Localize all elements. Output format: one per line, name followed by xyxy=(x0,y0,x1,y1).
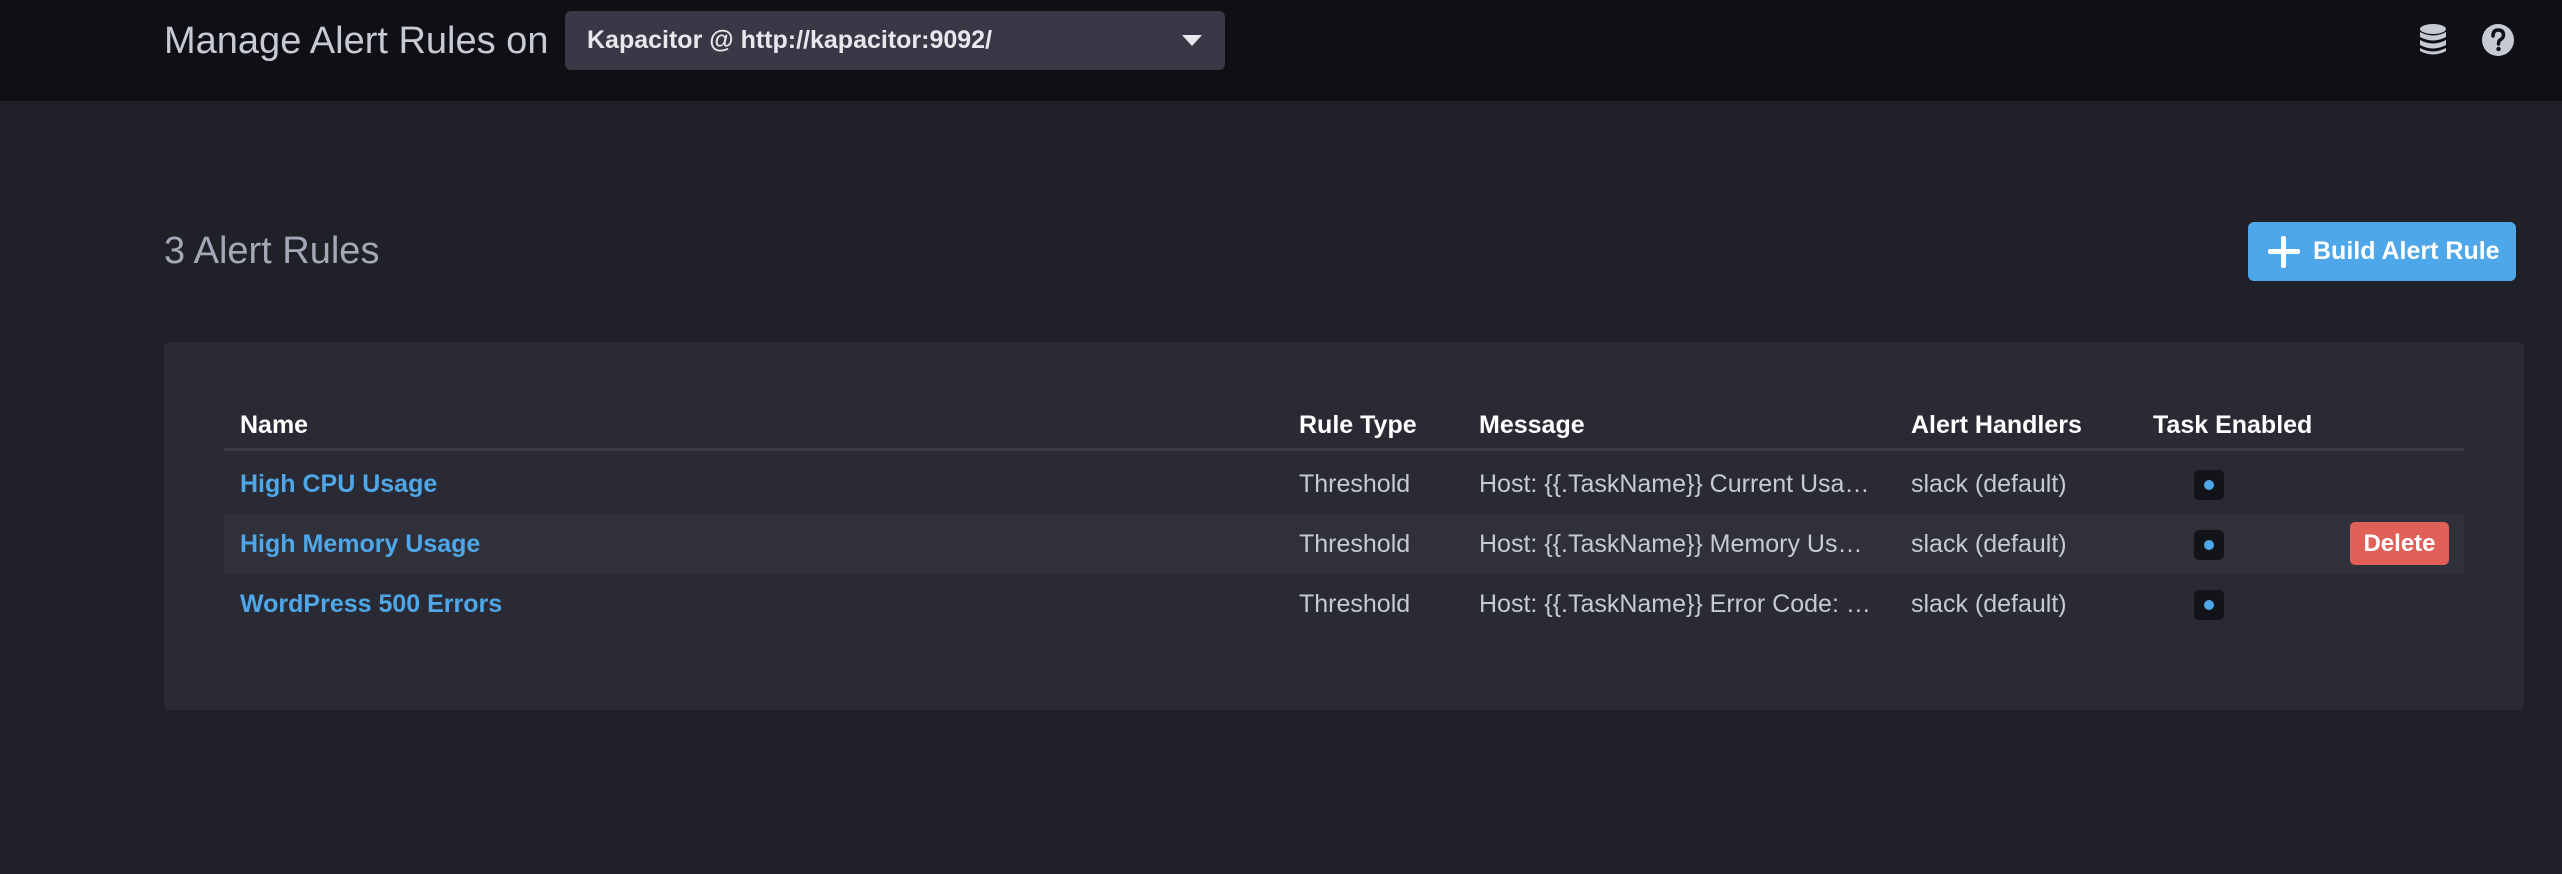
delete-rule-button[interactable]: Delete xyxy=(2350,522,2449,565)
database-icon[interactable] xyxy=(2415,22,2451,58)
build-alert-rule-label: Build Alert Rule xyxy=(2313,237,2500,265)
chevron-down-icon xyxy=(1182,35,1202,46)
top-bar: Manage Alert Rules on Kapacitor @ http:/… xyxy=(0,0,2562,101)
task-enabled-toggle[interactable] xyxy=(2194,530,2224,560)
kapacitor-source-dropdown[interactable]: Kapacitor @ http://kapacitor:9092/ xyxy=(565,11,1225,70)
rule-name-link[interactable]: High CPU Usage xyxy=(240,454,437,514)
rule-alert-handlers: slack (default) xyxy=(1911,470,2067,498)
rule-alert-handlers: slack (default) xyxy=(1911,530,2067,558)
task-enabled-toggle[interactable] xyxy=(2194,470,2224,500)
rule-type: Threshold xyxy=(1299,590,1411,618)
column-header-alert-handlers: Alert Handlers xyxy=(1911,411,2082,439)
toggle-indicator xyxy=(2204,600,2214,610)
column-header-rule-type: Rule Type xyxy=(1299,411,1417,439)
help-icon[interactable] xyxy=(2480,22,2516,58)
table-header: Name Rule Type Message Alert Handlers Ta… xyxy=(224,399,2464,451)
column-header-task-enabled: Task Enabled xyxy=(2153,411,2313,439)
rule-message: Host: {{.TaskName}} Error Code: … xyxy=(1479,590,1871,618)
page-title: Manage Alert Rules on xyxy=(164,20,549,62)
table-row: High Memory Usage Threshold Host: {{.Tas… xyxy=(224,514,2464,574)
rule-alert-handlers: slack (default) xyxy=(1911,590,2067,618)
rule-message: Host: {{.TaskName}} Memory Us… xyxy=(1479,530,1863,558)
alert-rules-panel: Name Rule Type Message Alert Handlers Ta… xyxy=(164,342,2524,710)
toggle-indicator xyxy=(2204,540,2214,550)
dropdown-selected-value: Kapacitor @ http://kapacitor:9092/ xyxy=(587,26,993,54)
table-row: WordPress 500 Errors Threshold Host: {{.… xyxy=(224,574,2464,634)
rule-type: Threshold xyxy=(1299,530,1411,558)
table-row: High CPU Usage Threshold Host: {{.TaskNa… xyxy=(224,454,2464,514)
rule-message: Host: {{.TaskName}} Current Usa… xyxy=(1479,470,1870,498)
toggle-indicator xyxy=(2204,480,2214,490)
rule-name-link[interactable]: WordPress 500 Errors xyxy=(240,574,502,634)
build-alert-rule-button[interactable]: Build Alert Rule xyxy=(2248,222,2516,281)
column-header-name: Name xyxy=(240,411,309,439)
column-header-message: Message xyxy=(1479,411,1585,439)
alert-rules-count: 3 Alert Rules xyxy=(164,230,380,272)
rule-type: Threshold xyxy=(1299,470,1411,498)
task-enabled-toggle[interactable] xyxy=(2194,590,2224,620)
rule-name-link[interactable]: High Memory Usage xyxy=(240,514,480,574)
plus-icon xyxy=(2268,236,2300,268)
